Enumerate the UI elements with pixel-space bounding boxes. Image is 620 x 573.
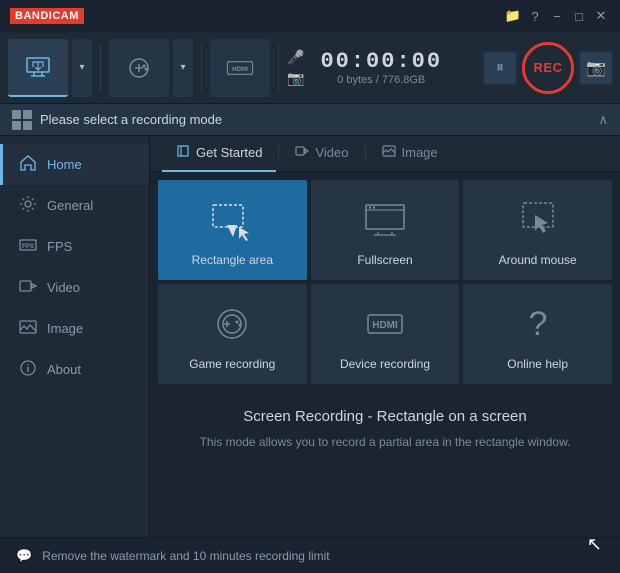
sidebar-label-video: Video	[47, 280, 80, 295]
sidebar-item-fps[interactable]: FPS FPS	[0, 226, 149, 267]
tab-image[interactable]: Image	[368, 136, 452, 172]
screenshot-button[interactable]: 📷	[580, 52, 612, 84]
webcam-button[interactable]: 📷	[287, 70, 304, 87]
sidebar-label-general: General	[47, 198, 93, 213]
svg-text:HDMI: HDMI	[232, 65, 248, 72]
image-icon	[19, 318, 37, 339]
folder-button[interactable]: 📁	[504, 7, 522, 25]
timer-size: 0 bytes / 776.8GB	[337, 74, 425, 86]
sidebar-label-home: Home	[47, 157, 82, 172]
sidebar-item-home[interactable]: Home	[0, 144, 149, 185]
tab-video-label: Video	[315, 145, 348, 160]
toolbar-right-controls: ⏸ REC 📷	[484, 42, 612, 94]
mode-rectangle[interactable]: Rectangle area ↖	[158, 180, 307, 280]
bottom-bar-text: Remove the watermark and 10 minutes reco…	[42, 549, 329, 563]
game-mode-button[interactable]	[109, 39, 169, 97]
video-tab-icon	[295, 144, 309, 161]
minimize-button[interactable]: −	[548, 7, 566, 25]
maximize-button[interactable]: □	[570, 7, 588, 25]
info-icon	[19, 359, 37, 380]
sidebar-label-fps: FPS	[47, 239, 72, 254]
app-logo: BANDICAM	[10, 8, 84, 24]
sidebar-item-image[interactable]: Image	[0, 308, 149, 349]
home-icon	[19, 154, 37, 175]
title-bar-controls: 📁 ? − □ ✕	[504, 7, 610, 25]
recording-modes-grid: Rectangle area ↖ Fullscreen	[150, 172, 620, 392]
video-icon	[19, 277, 37, 298]
image-tab-icon	[382, 144, 396, 161]
tab-separator-1	[278, 146, 279, 162]
sidebar: Home General FPS FPS	[0, 136, 150, 537]
mode-device[interactable]: HDMI Device recording	[311, 284, 460, 384]
mode-description: Screen Recording - Rectangle on a screen…	[150, 392, 620, 461]
svg-text:?: ?	[528, 305, 547, 343]
toolbar-separator-3	[278, 43, 279, 93]
game-icon	[125, 54, 153, 82]
svg-text:HDMI: HDMI	[372, 320, 398, 331]
tab-video[interactable]: Video	[281, 136, 362, 172]
rec-button[interactable]: REC	[522, 42, 574, 94]
help-button[interactable]: ?	[526, 7, 544, 25]
bottom-bar: 💬 Remove the watermark and 10 minutes re…	[0, 537, 620, 573]
tab-separator-2	[365, 146, 366, 162]
content-tabs: Get Started Video	[150, 136, 620, 172]
game-mode-dropdown[interactable]: ▾	[173, 39, 193, 97]
title-bar-left: BANDICAM	[10, 8, 84, 24]
content-area: Get Started Video	[150, 136, 620, 537]
gear-icon	[19, 195, 37, 216]
sidebar-item-general[interactable]: General	[0, 185, 149, 226]
fullscreen-mode-label: Fullscreen	[357, 253, 412, 267]
toolbar: ▾ ▾ HDMI 🎤 📷 00:00:00 0 bytes / 776.8GB …	[0, 32, 620, 104]
rectangle-mode-label: Rectangle area	[192, 253, 273, 267]
tab-image-label: Image	[402, 145, 438, 160]
sidebar-item-video[interactable]: Video	[0, 267, 149, 308]
game-mode-icon	[209, 301, 255, 347]
chevron-up-icon: ∧	[598, 112, 608, 128]
mode-fullscreen[interactable]: Fullscreen	[311, 180, 460, 280]
mode-banner-text: Please select a recording mode	[40, 112, 222, 127]
timer-display: 00:00:00 0 bytes / 776.8GB	[320, 49, 442, 86]
hdmi-icon: HDMI	[226, 54, 254, 82]
title-bar: BANDICAM 📁 ? − □ ✕	[0, 0, 620, 32]
screen-mode-button[interactable]	[8, 39, 68, 97]
rectangle-mode-icon	[209, 197, 255, 243]
fullscreen-mode-icon	[362, 197, 408, 243]
input-controls: 🎤 📷	[287, 49, 304, 87]
toolbar-separator-1	[100, 43, 101, 93]
getstarted-tab-icon	[176, 144, 190, 161]
timer-time: 00:00:00	[320, 49, 442, 74]
device-mode-icon: HDMI	[362, 301, 408, 347]
mode-aroundmouse[interactable]: Around mouse	[463, 180, 612, 280]
svg-text:FPS: FPS	[22, 244, 34, 250]
chat-icon: 💬	[16, 548, 32, 564]
mode-desc-text: This mode allows you to record a partial…	[170, 433, 600, 451]
tab-getstarted[interactable]: Get Started	[162, 136, 276, 172]
screen-icon	[24, 53, 52, 81]
close-button[interactable]: ✕	[592, 7, 610, 25]
sidebar-item-about[interactable]: About	[0, 349, 149, 390]
sidebar-label-image: Image	[47, 321, 83, 336]
screen-mode-dropdown[interactable]: ▾	[72, 39, 92, 97]
microphone-button[interactable]: 🎤	[287, 49, 304, 66]
game-mode-label: Game recording	[189, 357, 275, 371]
toolbar-separator-2	[201, 43, 202, 93]
fps-icon: FPS	[19, 236, 37, 257]
grid-icon	[12, 110, 32, 130]
sidebar-label-about: About	[47, 362, 81, 377]
mode-onlinehelp[interactable]: ? Online help	[463, 284, 612, 384]
aroundmouse-mode-icon	[515, 197, 561, 243]
onlinehelp-mode-label: Online help	[507, 357, 568, 371]
pause-button[interactable]: ⏸	[484, 52, 516, 84]
mode-game[interactable]: Game recording	[158, 284, 307, 384]
device-mode-button[interactable]: HDMI	[210, 39, 270, 97]
device-mode-label: Device recording	[340, 357, 430, 371]
onlinehelp-mode-icon: ?	[515, 301, 561, 347]
main-layout: Home General FPS FPS	[0, 136, 620, 537]
tab-getstarted-label: Get Started	[196, 145, 262, 160]
mode-banner: Please select a recording mode ∧	[0, 104, 620, 136]
aroundmouse-mode-label: Around mouse	[499, 253, 577, 267]
mode-desc-title: Screen Recording - Rectangle on a screen	[170, 408, 600, 425]
